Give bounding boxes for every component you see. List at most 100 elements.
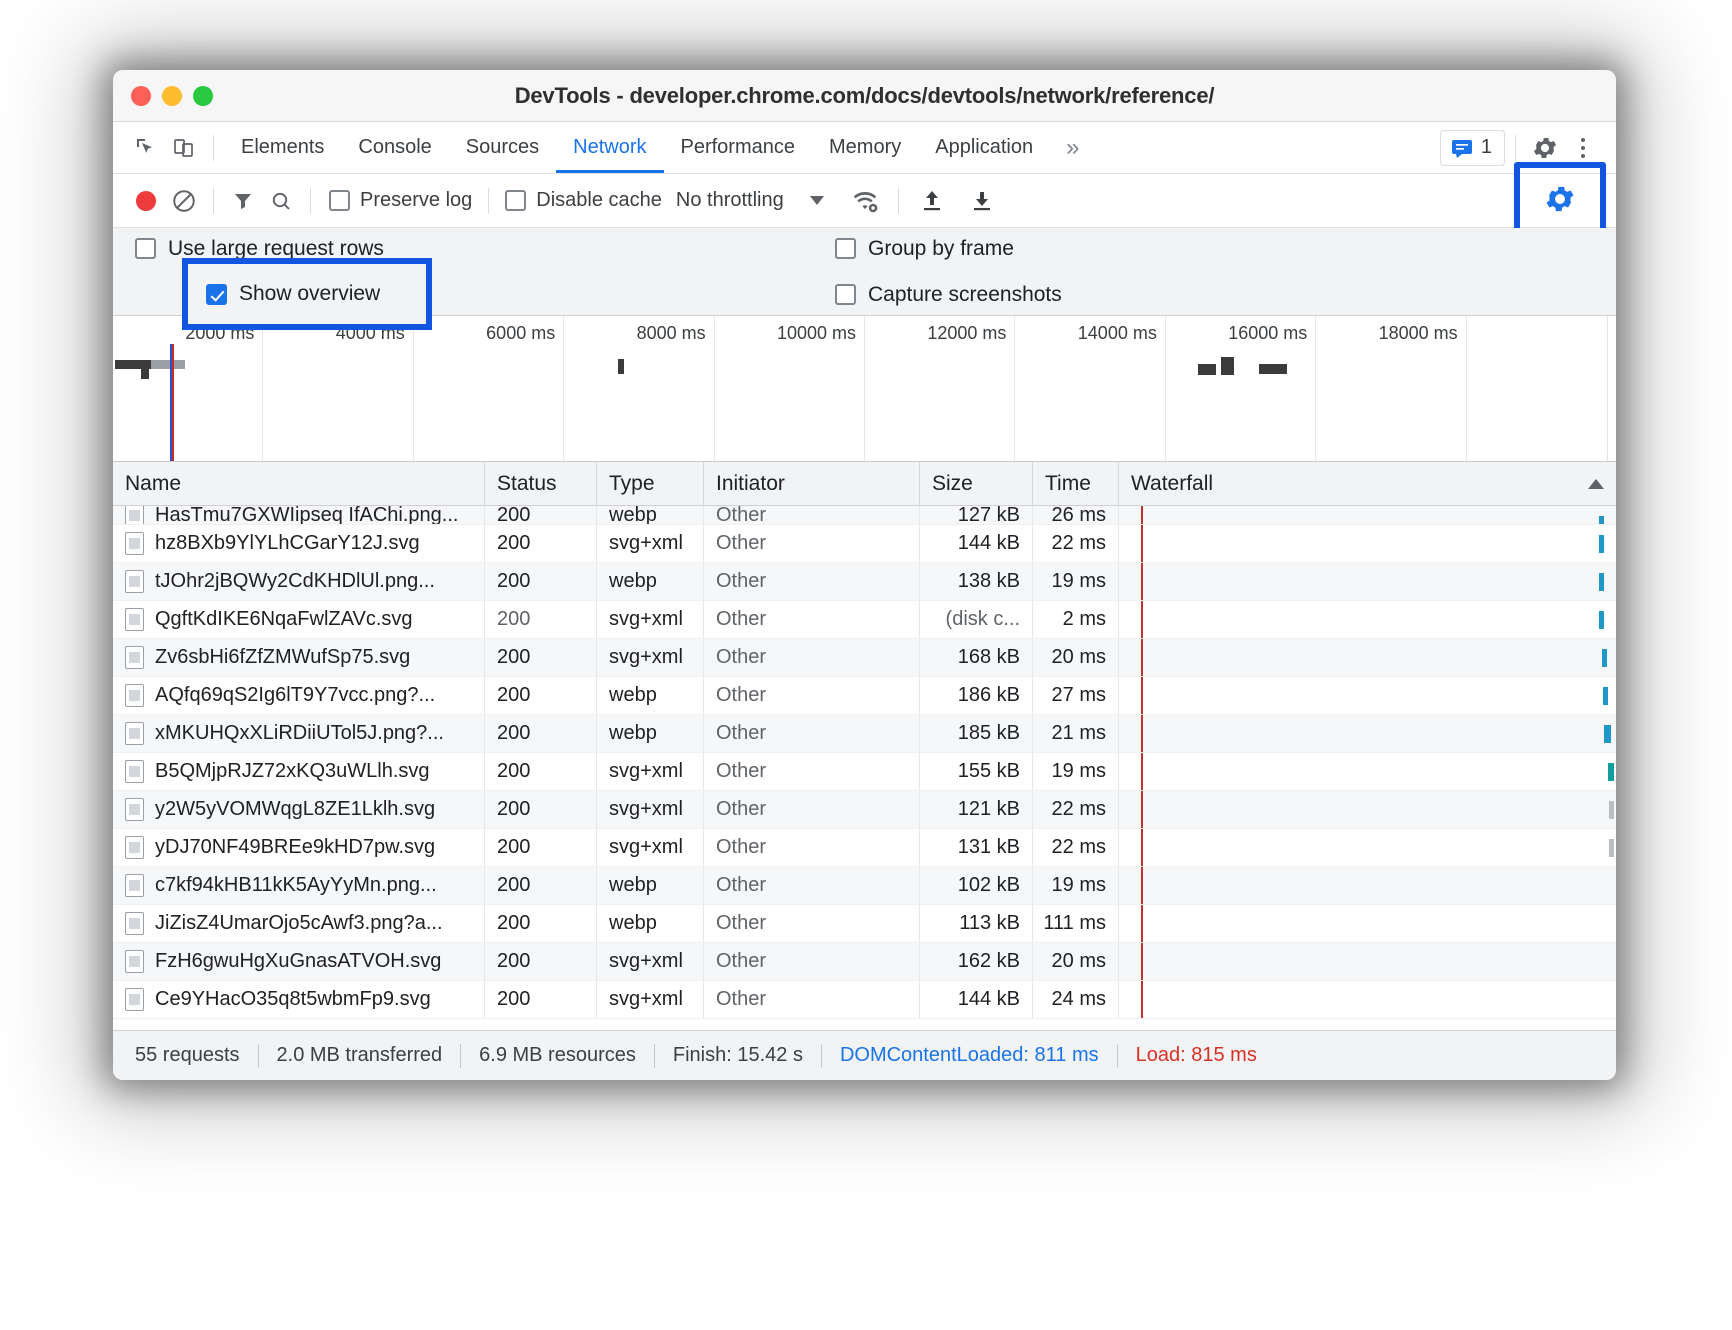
row-type: svg+xml — [609, 532, 683, 554]
table-row[interactable]: c7kf94kHB11kK5AyYyMn.png... 200 webp Oth… — [113, 867, 1616, 905]
table-row[interactable]: hz8BXb9YlYLhCGarY12J.svg 200 svg+xml Oth… — [113, 525, 1616, 563]
group-by-frame-box[interactable] — [835, 238, 856, 259]
disable-cache-checkbox[interactable]: Disable cache — [505, 189, 662, 212]
tab-application[interactable]: Application — [918, 122, 1050, 173]
row-status: 200 — [497, 570, 531, 592]
more-options-icon[interactable] — [1564, 129, 1602, 167]
tab-sources[interactable]: Sources — [449, 122, 556, 173]
group-by-frame-label: Group by frame — [868, 236, 1014, 260]
chevron-down-icon[interactable] — [809, 196, 824, 205]
row-time: 19 ms — [1051, 760, 1106, 782]
row-type: svg+xml — [609, 836, 683, 858]
search-icon[interactable] — [262, 182, 300, 220]
column-header-size[interactable]: Size — [920, 462, 1033, 506]
upload-arrow-icon[interactable] — [913, 182, 951, 220]
row-time: 21 ms — [1051, 722, 1106, 744]
issues-button[interactable]: 1 — [1439, 129, 1505, 166]
record-icon[interactable] — [127, 182, 165, 220]
window-titlebar: DevTools - developer.chrome.com/docs/dev… — [113, 70, 1616, 122]
row-waterfall — [1119, 829, 1616, 866]
tab-elements[interactable]: Elements — [224, 122, 341, 173]
row-type: webp — [609, 912, 657, 934]
tab-memory[interactable]: Memory — [812, 122, 918, 173]
overview-request-block — [1198, 364, 1216, 375]
file-icon — [125, 798, 144, 821]
row-status: 200 — [497, 836, 531, 858]
table-row[interactable]: JiZisZ4UmarOjo5cAwf3.png?a... 200 webp O… — [113, 905, 1616, 943]
preserve-log-checkbox[interactable]: Preserve log — [329, 189, 472, 212]
device-toolbar-icon[interactable] — [165, 129, 203, 167]
show-overview-highlight[interactable]: Show overview — [182, 258, 432, 330]
row-waterfall — [1119, 601, 1616, 638]
table-row[interactable]: AQfq69qS2Ig6lT9Y7vcc.png?... 200 webp Ot… — [113, 677, 1616, 715]
clear-icon[interactable] — [165, 182, 203, 220]
row-waterfall — [1119, 981, 1616, 1018]
column-header-status[interactable]: Status — [485, 462, 597, 506]
use-large-request-rows-box[interactable] — [135, 238, 156, 259]
tab-performance[interactable]: Performance — [664, 122, 813, 173]
table-row[interactable]: FzH6gwuHgXuGnasATVOH.svg 200 svg+xml Oth… — [113, 943, 1616, 981]
row-initiator: Other — [716, 608, 767, 630]
overview-tick-cell: 10000 ms — [715, 316, 866, 461]
throttling-select[interactable]: No throttling — [676, 189, 784, 212]
table-row[interactable]: Zv6sbHi6fZfZMWufSp75.svg 200 svg+xml Oth… — [113, 639, 1616, 677]
table-row[interactable]: y2W5yVOMWqgL8ZE1Lklh.svg 200 svg+xml Oth… — [113, 791, 1616, 829]
show-overview-box[interactable] — [206, 283, 227, 305]
row-waterfall — [1119, 563, 1616, 600]
column-header-type[interactable]: Type — [597, 462, 704, 506]
row-time: 19 ms — [1051, 570, 1106, 592]
file-icon — [125, 988, 144, 1011]
row-size: 168 kB — [957, 646, 1020, 668]
row-initiator: Other — [716, 532, 767, 554]
preserve-log-box[interactable] — [329, 190, 350, 211]
disable-cache-box[interactable] — [505, 190, 527, 211]
issues-icon — [1450, 136, 1474, 160]
capture-screenshots-option[interactable]: Capture screenshots — [835, 283, 1062, 307]
inspect-icon[interactable] — [127, 129, 165, 167]
window-title: DevTools - developer.chrome.com/docs/dev… — [514, 82, 1215, 108]
column-header-time[interactable]: Time — [1033, 462, 1119, 506]
tab-console[interactable]: Console — [341, 122, 448, 173]
filter-icon[interactable] — [224, 182, 262, 220]
row-time: 26 ms — [1051, 506, 1106, 524]
gear-icon[interactable] — [1526, 129, 1564, 167]
row-size: 144 kB — [957, 988, 1020, 1010]
table-row[interactable]: Ce9YHacO35q8t5wbmFp9.svg 200 svg+xml Oth… — [113, 981, 1616, 1019]
row-waterfall — [1119, 677, 1616, 714]
overview-tick-label: 6000 ms — [486, 323, 556, 343]
row-initiator: Other — [716, 760, 767, 782]
tab-network[interactable]: Network — [556, 122, 663, 173]
load-event-marker — [172, 344, 174, 461]
more-tabs-icon[interactable]: » — [1050, 128, 1095, 168]
requests-table: Name Status Type Initiator Size Time Wat… — [113, 462, 1616, 1030]
overview-scrollbar[interactable] — [1607, 316, 1616, 461]
row-size: 138 kB — [957, 570, 1020, 592]
capture-screenshots-label: Capture screenshots — [868, 282, 1062, 306]
row-status: 200 — [497, 684, 531, 706]
screenshot-root: DevTools - developer.chrome.com/docs/dev… — [0, 0, 1732, 1330]
table-row[interactable]: yDJ70NF49BREe9kHD7pw.svg 200 svg+xml Oth… — [113, 829, 1616, 867]
table-row[interactable]: HasTmu7GXWIipseq IfAChi.png... 200 webp … — [113, 506, 1616, 525]
row-initiator: Other — [716, 874, 767, 896]
column-header-name[interactable]: Name — [113, 462, 485, 506]
file-icon — [125, 532, 144, 555]
status-resources: 6.9 MB resources — [479, 1044, 636, 1066]
capture-screenshots-box[interactable] — [835, 284, 856, 305]
row-type: svg+xml — [609, 760, 683, 782]
use-large-request-rows-option[interactable]: Use large request rows — [135, 237, 835, 261]
table-row[interactable]: tJOhr2jBQWy2CdKHDlUl.png... 200 webp Oth… — [113, 563, 1616, 601]
row-initiator: Other — [716, 798, 767, 820]
table-row[interactable]: xMKUHQxXLiRDiiUTol5J.png?... 200 webp Ot… — [113, 715, 1616, 753]
column-header-waterfall[interactable]: Waterfall — [1119, 462, 1616, 506]
column-header-initiator[interactable]: Initiator — [704, 462, 920, 506]
network-settings-gear-icon[interactable] — [1543, 182, 1577, 216]
table-row[interactable]: QgftKdIKE6NqaFwlZAVc.svg 200 svg+xml Oth… — [113, 601, 1616, 639]
network-overview-chart[interactable]: 2000 ms 4000 ms 6000 ms 8000 ms 10000 ms… — [113, 316, 1616, 462]
table-row[interactable]: B5QMjpRJZ72xKQ3uWLlh.svg 200 svg+xml Oth… — [113, 753, 1616, 791]
download-arrow-icon[interactable] — [963, 182, 1001, 220]
row-name: yDJ70NF49BREe9kHD7pw.svg — [155, 836, 436, 858]
group-by-frame-option[interactable]: Group by frame — [835, 237, 1062, 261]
wifi-settings-icon[interactable] — [846, 182, 884, 220]
toolbar-divider-4 — [897, 187, 899, 214]
requests-table-body[interactable]: HasTmu7GXWIipseq IfAChi.png... 200 webp … — [113, 506, 1616, 1030]
